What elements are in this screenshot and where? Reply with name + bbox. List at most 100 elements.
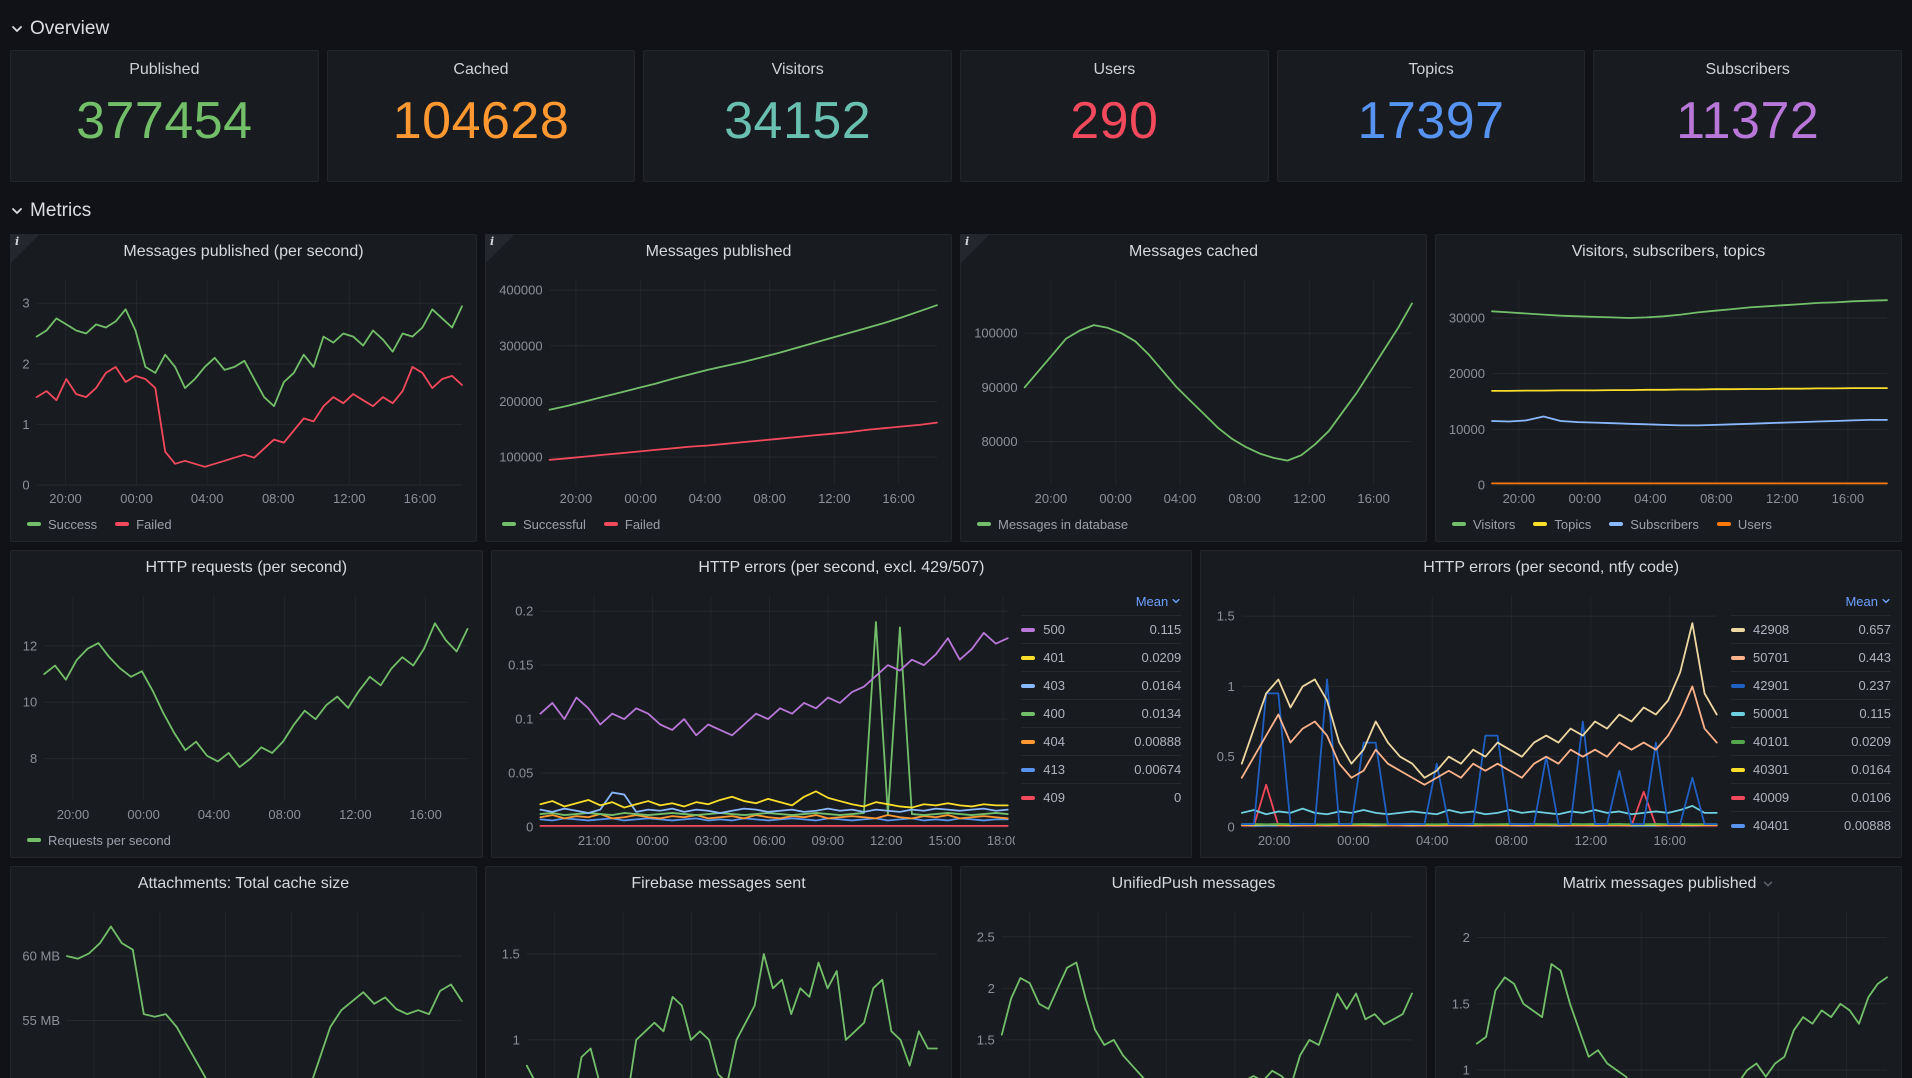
svg-text:04:00: 04:00 (1416, 833, 1449, 848)
legend-swatch (1731, 824, 1745, 828)
panel-title[interactable]: UnifiedPush messages (1112, 875, 1276, 893)
panel-title[interactable]: HTTP requests (per second) (145, 559, 347, 577)
legend-swatch (115, 522, 129, 526)
svg-text:30000: 30000 (1449, 310, 1485, 325)
panel-title[interactable]: Messages published (per second) (123, 243, 363, 261)
chevron-down-icon[interactable] (1762, 878, 1774, 890)
legend-label[interactable]: 500 (1043, 622, 1065, 637)
section-metrics-toggle[interactable]: Metrics (10, 198, 1902, 224)
legend-label[interactable]: 400 (1043, 706, 1065, 721)
legend-item[interactable]: Success (27, 517, 97, 532)
legend-item[interactable]: Subscribers (1609, 517, 1699, 532)
legend-label[interactable]: 413 (1043, 762, 1065, 777)
legend-row[interactable]: 40009 0.0106 (1731, 783, 1891, 811)
legend-item[interactable]: Users (1717, 517, 1772, 532)
svg-text:0: 0 (1228, 819, 1235, 834)
svg-text:04:00: 04:00 (1164, 491, 1197, 506)
section-overview-title: Overview (30, 18, 109, 40)
legend-label[interactable]: 50001 (1753, 706, 1789, 721)
legend-sort-mean[interactable]: Mean (1731, 587, 1891, 615)
legend-row[interactable]: 404010.00888 (1731, 811, 1891, 839)
legend-row[interactable]: 401010.0209 (1731, 727, 1891, 755)
legend-row[interactable]: 4040.00888 (1021, 727, 1181, 755)
svg-text:200000: 200000 (499, 394, 542, 409)
legend-item[interactable]: Successful (502, 517, 586, 532)
legend-row[interactable]: 429080.657 (1731, 615, 1891, 643)
legend-item[interactable]: Failed (115, 517, 171, 532)
svg-text:1.5: 1.5 (977, 1032, 995, 1047)
legend-item[interactable]: Messages in database (977, 517, 1128, 532)
legend-label[interactable]: 40009 (1753, 790, 1789, 805)
legend-row[interactable]: 403010.0164 (1731, 755, 1891, 783)
legend-swatch (1021, 684, 1035, 688)
legend-label: Success (48, 517, 97, 532)
svg-text:0: 0 (22, 478, 29, 493)
info-icon[interactable]: i (960, 234, 990, 264)
panel-title[interactable]: HTTP errors (per second, ntfy code) (1423, 559, 1679, 577)
legend-row[interactable]: 4000.0134 (1021, 699, 1181, 727)
stat-title: Subscribers (1705, 61, 1789, 79)
stat-title: Topics (1408, 61, 1453, 79)
legend-row[interactable]: 5000.115 (1021, 615, 1181, 643)
legend-label[interactable]: 409 (1043, 790, 1065, 805)
chart-area: 20:0000:0004:0008:0012:0016:008000090000… (967, 269, 1420, 537)
legend-label[interactable]: 403 (1043, 678, 1065, 693)
legend-row[interactable]: 429010.237 (1731, 671, 1891, 699)
legend-mean-value: 0.0106 (1851, 790, 1891, 805)
legend-sort-mean[interactable]: Mean (1021, 587, 1181, 615)
svg-text:00:00: 00:00 (1337, 833, 1370, 848)
panel-title[interactable]: Messages published (646, 243, 792, 261)
panel-header: Attachments: Total cache size (17, 867, 470, 901)
panel-body: 0.511.52 (1442, 901, 1895, 1078)
svg-text:08:00: 08:00 (1700, 491, 1733, 506)
legend-label[interactable]: 404 (1043, 734, 1065, 749)
svg-text:2: 2 (988, 981, 995, 996)
panel-title[interactable]: Visitors, subscribers, topics (1572, 243, 1766, 261)
legend-item[interactable]: Requests per second (27, 833, 171, 848)
legend-item[interactable]: Failed (604, 517, 660, 532)
legend-label[interactable]: 40101 (1753, 734, 1789, 749)
legend-label[interactable]: 40401 (1753, 818, 1789, 833)
legend-row[interactable]: 4130.00674 (1021, 755, 1181, 783)
legend-row[interactable]: 4010.0209 (1021, 643, 1181, 671)
panel-title[interactable]: Messages cached (1129, 243, 1258, 261)
legend-swatch (27, 522, 41, 526)
legend-label[interactable]: 42908 (1753, 622, 1789, 637)
legend-swatch (1533, 522, 1547, 526)
legend-item[interactable]: Topics (1533, 517, 1591, 532)
svg-text:16:00: 16:00 (1654, 833, 1687, 848)
stat-panel: Visitors 34152 (643, 50, 952, 182)
legend-row[interactable]: 507010.443 (1731, 643, 1891, 671)
svg-text:00:00: 00:00 (636, 833, 668, 848)
svg-text:10000: 10000 (1449, 422, 1485, 437)
panel-header: Matrix messages published (1442, 867, 1895, 901)
metric-panel-http-errors-ntfy: HTTP errors (per second, ntfy code) 20:0… (1200, 550, 1902, 858)
legend: Success Failed (17, 511, 470, 537)
legend-row[interactable]: 500010.115 (1731, 699, 1891, 727)
svg-text:2: 2 (22, 356, 29, 371)
stat-value: 34152 (724, 81, 871, 162)
legend-swatch (1452, 522, 1466, 526)
section-overview-toggle[interactable]: Overview (10, 16, 1902, 42)
panel-header: Visitors, subscribers, topics (1442, 235, 1895, 269)
info-icon[interactable]: i (485, 234, 515, 264)
panel-title[interactable]: Firebase messages sent (631, 875, 805, 893)
info-icon[interactable]: i (10, 234, 40, 264)
legend-row[interactable]: 4030.0164 (1021, 671, 1181, 699)
legend-label[interactable]: 50701 (1753, 650, 1789, 665)
legend-label[interactable]: 40301 (1753, 762, 1789, 777)
panel-body: 0.511.5 (492, 901, 945, 1078)
svg-text:60 MB: 60 MB (22, 949, 60, 964)
legend-swatch (1021, 628, 1035, 632)
svg-text:1: 1 (22, 417, 29, 432)
legend-label[interactable]: 401 (1043, 650, 1065, 665)
svg-text:400000: 400000 (499, 283, 542, 298)
metric-panel-firebase-messages-sent: Firebase messages sent 0.511.5 (485, 866, 952, 1078)
panel-title[interactable]: HTTP errors (per second, excl. 429/507) (698, 559, 984, 577)
legend-label[interactable]: 42901 (1753, 678, 1789, 693)
stat-panel: Cached 104628 (327, 50, 636, 182)
panel-title[interactable]: Attachments: Total cache size (138, 875, 349, 893)
legend-row[interactable]: 4090 (1021, 783, 1181, 811)
panel-title[interactable]: Matrix messages published (1563, 875, 1757, 893)
legend-item[interactable]: Visitors (1452, 517, 1515, 532)
